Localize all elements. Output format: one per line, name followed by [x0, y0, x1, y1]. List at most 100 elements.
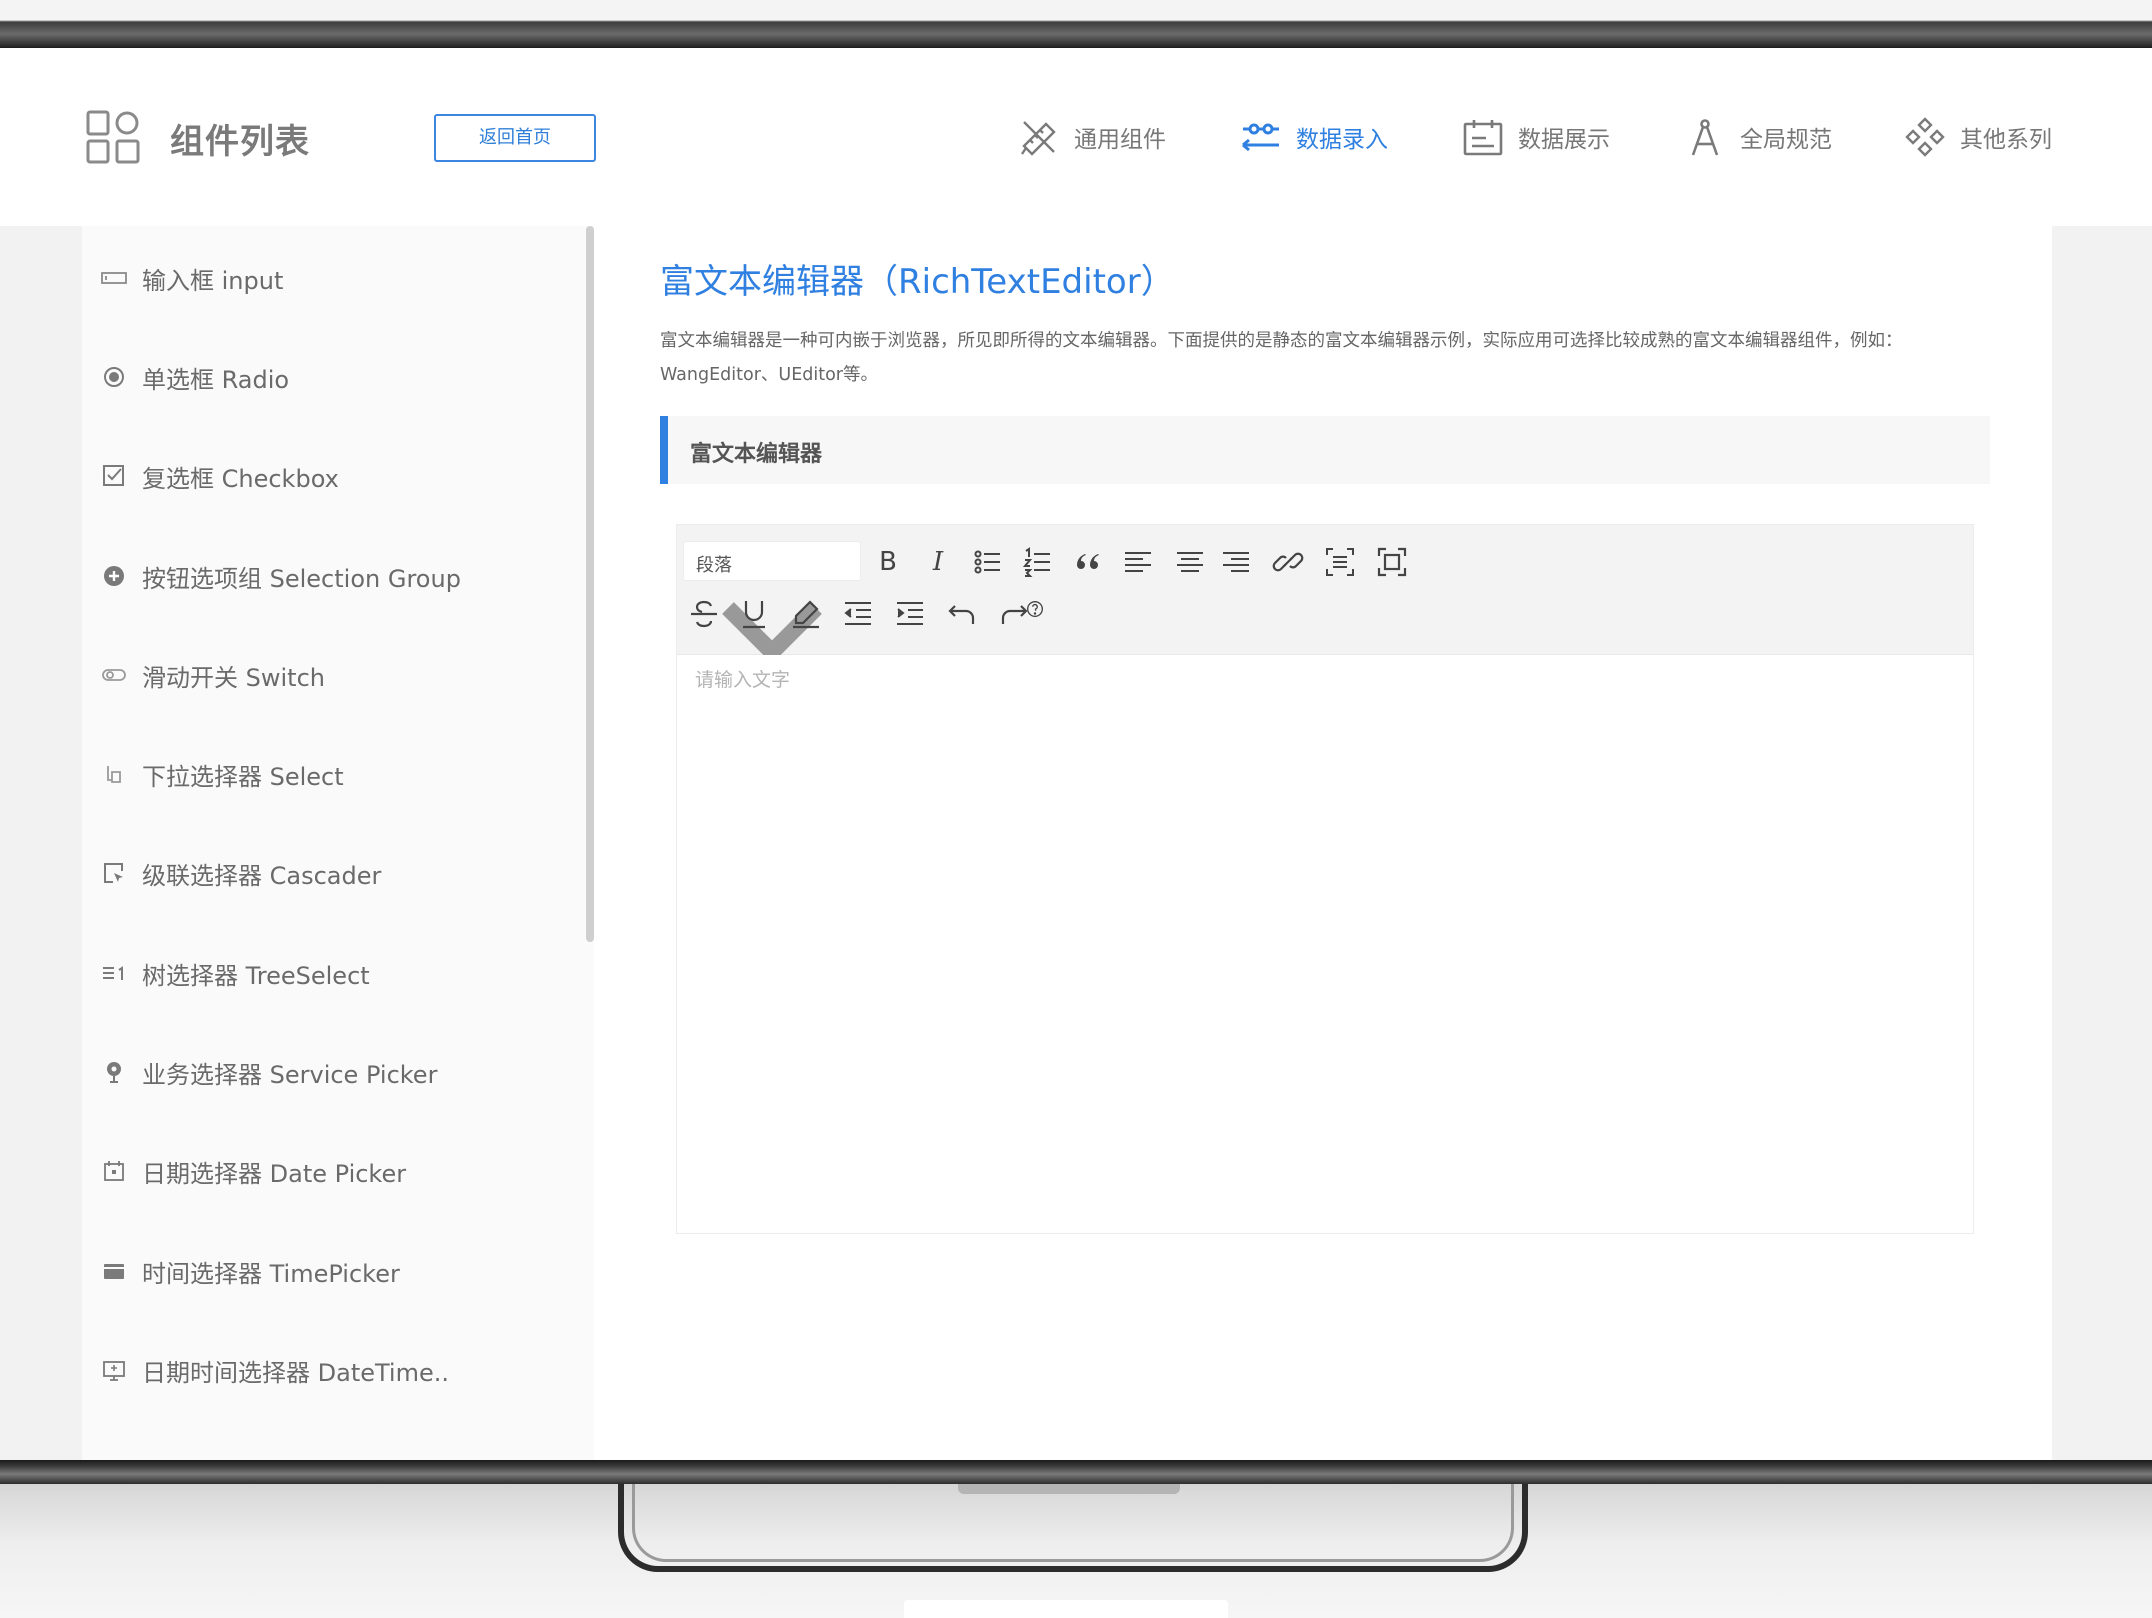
sidebar-item-label: 级联选择器 Cascader [142, 861, 382, 890]
pin-icon [107, 1062, 121, 1083]
bold-button[interactable]: B [869, 543, 907, 581]
sidebar-item-date-picker[interactable]: 日期选择器 Date Picker [100, 1151, 406, 1191]
align-left-icon [1125, 552, 1151, 572]
section-title: 富文本编辑器 [690, 442, 823, 467]
link-icon [1272, 552, 1304, 572]
nav-data-entry[interactable]: 数据录入 [1240, 112, 1388, 162]
back-home-button[interactable]: 返回首页 [434, 114, 596, 162]
italic-button[interactable]: I [919, 543, 957, 581]
outdent-button[interactable] [839, 595, 877, 633]
section-header: 富文本编辑器 [660, 416, 1990, 484]
input-box-icon [101, 272, 127, 284]
brand-title: 组件列表 [170, 122, 310, 162]
bullet-list-button[interactable] [969, 543, 1007, 581]
tree-icon [103, 966, 123, 980]
nav-label: 全局规范 [1740, 127, 1832, 153]
sidebar-item-selection-group[interactable]: 按钮选项组 Selection Group [100, 556, 461, 596]
sidebar-item-radio[interactable]: 单选框 Radio [100, 357, 289, 397]
nav-data-display[interactable]: 数据展示 [1462, 112, 1610, 162]
nav-general-components[interactable]: 通用组件 [1018, 112, 1166, 162]
editor-placeholder: 请输入文字 [695, 669, 791, 691]
page-title: 富文本编辑器（RichTextEditor） [660, 262, 1175, 302]
checkbox-icon [103, 465, 124, 486]
sidebar-item-label: 按钮选项组 Selection Group [142, 564, 461, 593]
sidebar-item-label: 输入框 input [142, 266, 284, 295]
nav-label: 其他系列 [1960, 127, 2052, 153]
align-center-button[interactable] [1171, 543, 1209, 581]
link-button[interactable] [1269, 543, 1307, 581]
sidebar-item-label: 日期选择器 Date Picker [142, 1159, 407, 1188]
paragraph-select[interactable]: 段落 [683, 541, 861, 664]
insert-button[interactable] [1321, 543, 1359, 581]
cascader-icon [104, 863, 123, 883]
screen: 组件列表 返回首页 通用组件 数据录入 数据展示 全局规范 其他系列 输入框 i… [0, 48, 2152, 1460]
underline-button[interactable] [735, 595, 773, 633]
sidebar-item-label: 单选框 Radio [142, 365, 290, 394]
align-center-icon [1177, 552, 1203, 572]
sidebar-scrollbar[interactable] [586, 226, 594, 942]
calendar-icon [104, 1161, 124, 1181]
top-header: 组件列表 返回首页 通用组件 数据录入 数据展示 全局规范 其他系列 [0, 48, 2152, 226]
floor-card [904, 1600, 1228, 1618]
monitor-icon [103, 1361, 125, 1381]
page-description: 富文本编辑器是一种可内嵌于浏览器，所见即所得的文本编辑器。下面提供的是静态的富文… [660, 331, 1903, 385]
card-icon [104, 1264, 124, 1279]
eraser-button[interactable] [787, 595, 825, 633]
quote-button[interactable] [1069, 543, 1107, 581]
fullscreen-icon [1377, 547, 1407, 577]
help-icon [1027, 601, 1043, 617]
indent-button[interactable] [891, 595, 929, 633]
sidebar-item-label: 日期时间选择器 DateTime.. [142, 1358, 449, 1387]
bold-icon: B [879, 547, 897, 577]
rich-text-editor: 段落 B I 请输入文字 [676, 524, 1974, 1234]
quote-icon [1077, 554, 1099, 569]
nav-label: 数据展示 [1518, 127, 1610, 153]
main-content: 富文本编辑器（RichTextEditor） 富文本编辑器是一种可内嵌于浏览器，… [594, 226, 2052, 1460]
nav-other-series[interactable]: 其他系列 [1904, 112, 2052, 162]
sidebar-item-checkbox[interactable]: 复选框 Checkbox [100, 456, 339, 496]
align-left-button[interactable] [1119, 543, 1157, 581]
sidebar-item-label: 复选框 Checkbox [142, 464, 339, 493]
sidebar-item-label: 树选择器 TreeSelect [142, 961, 370, 990]
sidebar-item-select[interactable]: 下拉选择器 Select [100, 754, 344, 794]
nav-global-standards[interactable]: 全局规范 [1684, 112, 1832, 162]
undo-button[interactable] [943, 595, 981, 633]
sidebar-item-label: 业务选择器 Service Picker [142, 1060, 438, 1089]
sidebar-item-label: 滑动开关 Switch [142, 663, 325, 692]
monitor-top-bezel [0, 0, 2152, 48]
grid-logo-icon [86, 110, 140, 164]
calendar-board-icon [1463, 120, 1503, 156]
sidebar-item-cascader[interactable]: 级联选择器 Cascader [100, 853, 381, 893]
strikethrough-button[interactable] [685, 595, 723, 633]
numbered-list-button[interactable] [1019, 543, 1057, 581]
undo-icon [948, 605, 975, 624]
sidebar-item-input[interactable]: 输入框 input [100, 258, 283, 298]
sidebar-item-label: 时间选择器 TimePicker [142, 1259, 400, 1288]
diamond-grid-icon [1905, 117, 1945, 157]
sidebar-item-switch[interactable]: 滑动开关 Switch [100, 655, 325, 695]
monitor-bottom-bezel [0, 1460, 2152, 1484]
bullet-list-icon [974, 550, 1000, 574]
sliders-icon [1242, 123, 1279, 152]
monitor-stand-highlight [632, 1484, 1514, 1562]
ruler-pencil-icon [1021, 121, 1056, 156]
pointer-icon [107, 766, 121, 783]
help-button[interactable] [1023, 597, 1047, 621]
editor-content-area[interactable]: 请输入文字 [677, 655, 1973, 1233]
sidebar-item-service-picker[interactable]: 业务选择器 Service Picker [100, 1052, 437, 1092]
sidebar-item-timepicker[interactable]: 时间选择器 TimePicker [100, 1251, 400, 1291]
underline-icon [743, 601, 765, 629]
nav-label: 通用组件 [1074, 127, 1166, 153]
radio-icon [104, 367, 124, 387]
sidebar-item-datetime-picker[interactable]: 日期时间选择器 DateTime.. [100, 1350, 449, 1390]
fullscreen-button[interactable] [1373, 543, 1411, 581]
toggle-icon [102, 669, 126, 681]
sidebar-item-treeselect[interactable]: 树选择器 TreeSelect [100, 953, 370, 993]
strikethrough-icon [691, 600, 717, 628]
outdent-icon [844, 602, 871, 625]
numbered-list-icon [1022, 547, 1050, 577]
insert-icon [1326, 548, 1354, 576]
plus-circle-icon [104, 566, 124, 586]
paragraph-select-value: 段落 [696, 555, 732, 576]
align-right-button[interactable] [1217, 543, 1255, 581]
